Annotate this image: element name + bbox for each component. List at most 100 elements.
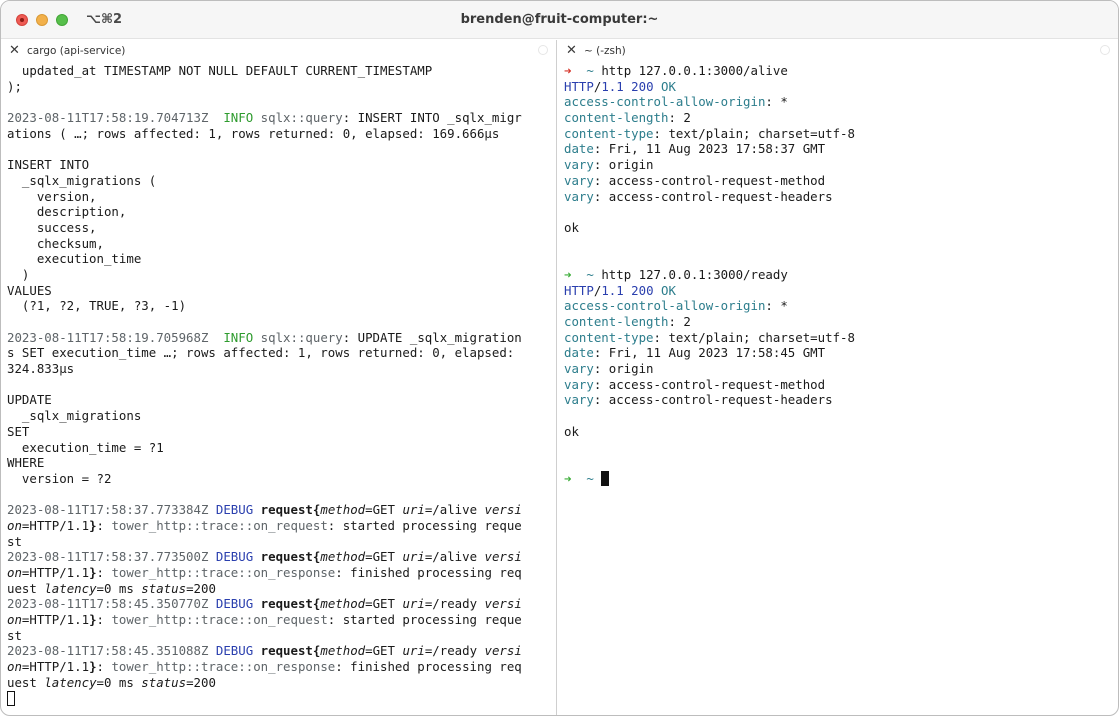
terminal-text: uest (7, 674, 45, 690)
terminal-line: content-type: text/plain; charset=utf-8 (564, 330, 1114, 346)
right-pane[interactable]: ✕ ~ (-zsh) ➜ ~ http 127.0.0.1:3000/alive… (558, 40, 1118, 715)
terminal-line: _sqlx_migrations (7, 408, 552, 424)
terminal-text: INFO (223, 329, 254, 345)
terminal-text: =/ready (424, 643, 485, 659)
terminal-text: _sqlx_migrations (7, 408, 142, 424)
terminal-text: : text/plain; charset=utf-8 (653, 329, 855, 345)
terminal-line: st (7, 628, 552, 644)
terminal-text: on (7, 612, 22, 628)
terminal-text: OK (661, 282, 676, 298)
terminal-line: execution_time = ?1 (7, 440, 552, 456)
close-icon[interactable]: ✕ (9, 43, 20, 59)
terminal-text: uri (402, 643, 425, 659)
terminal-line: HTTP/1.1 200 OK (564, 79, 1114, 95)
terminal-text: HTTP (564, 282, 594, 298)
right-pane-tab-label: ~ (-zsh) (584, 45, 626, 57)
terminal-text: ~ (586, 470, 594, 486)
terminal-text: 324.833µs (7, 361, 75, 377)
terminal-text: : 2 (668, 110, 691, 126)
terminal-line: HTTP/1.1 200 OK (564, 283, 1114, 299)
terminal-text: st (7, 533, 22, 549)
terminal-text: ) (7, 266, 30, 282)
terminal-text: tower_http::trace::on_response (111, 659, 336, 675)
terminal-text: : finished processing req (335, 565, 522, 580)
terminal-line: access-control-allow-origin: * (564, 94, 1114, 110)
terminal-line: execution_time (7, 251, 552, 267)
terminal-text: 1.1 (601, 78, 624, 94)
left-pane-tab[interactable]: ✕ cargo (api-service) (1, 40, 556, 62)
terminal-text: } (89, 517, 97, 533)
close-icon[interactable]: ✕ (566, 43, 577, 59)
terminal-text: INFO (223, 110, 254, 126)
terminal-text: http 127.0.0.1:3000/alive (593, 63, 788, 78)
terminal-text: content-type (564, 125, 654, 141)
terminal-line: s SET execution_time …; rows affected: 1… (7, 345, 552, 361)
terminal-line: ok (564, 424, 1114, 440)
left-pane-tab-label: cargo (api-service) (27, 45, 126, 57)
terminal-text: date (564, 345, 594, 361)
left-terminal-output[interactable]: updated_at TIMESTAMP NOT NULL DEFAULT CU… (7, 63, 552, 706)
terminal-text: status (141, 674, 187, 690)
terminal-line: content-length: 2 (564, 110, 1114, 126)
terminal-text: latency (44, 674, 97, 690)
terminal-text: request{ (260, 596, 321, 612)
terminal-line: ➜ ~ (564, 470, 1114, 487)
terminal-text: uri (402, 502, 425, 518)
terminal-line: 2023-08-11T17:58:19.705968Z INFO sqlx::q… (7, 330, 552, 346)
terminal-text: : (96, 659, 112, 675)
terminal-line: ➜ ~ http 127.0.0.1:3000/ready (564, 267, 1114, 283)
terminal-line: on=HTTP/1.1}: tower_http::trace::on_requ… (7, 612, 552, 628)
terminal-text: =HTTP/1.1 (21, 565, 90, 580)
terminal-text: 200 (631, 78, 654, 94)
terminal-line: 2023-08-11T17:58:37.773500Z DEBUG reques… (7, 549, 552, 565)
terminal-text: method (320, 643, 366, 659)
terminal-text: ~ (586, 266, 594, 282)
terminal-line: date: Fri, 11 Aug 2023 17:58:37 GMT (564, 141, 1114, 157)
terminal-text: method (320, 596, 366, 612)
left-pane[interactable]: ✕ cargo (api-service) updated_at TIMESTA… (1, 40, 557, 715)
right-pane-tab[interactable]: ✕ ~ (-zsh) (558, 40, 1118, 62)
terminal-text: SET (7, 423, 30, 439)
terminal-text: DEBUG (215, 643, 254, 659)
terminal-text: UPDATE (7, 392, 52, 408)
right-terminal-output[interactable]: ➜ ~ http 127.0.0.1:3000/alive HTTP/1.1 20… (564, 63, 1114, 487)
terminal-text: on (7, 659, 22, 675)
terminal-text: ok (564, 423, 579, 439)
terminal-text: vary (564, 376, 594, 392)
cursor (601, 470, 610, 486)
terminal-text: : started processing reque (327, 517, 522, 533)
terminal-text: version = ?2 (7, 470, 112, 486)
terminal-text: =HTTP/1.1 (21, 659, 90, 675)
terminal-line: st (7, 534, 552, 550)
terminal-text: ok (564, 219, 579, 235)
terminal-text: : * (765, 298, 788, 314)
terminal-text: 2023-08-11T17:58:37.773500Z (7, 549, 209, 565)
terminal-text: versi (484, 596, 522, 612)
terminal-line: on=HTTP/1.1}: tower_http::trace::on_requ… (7, 518, 552, 534)
terminal-line: ations ( …; rows affected: 1, rows retur… (7, 126, 552, 142)
terminal-text: ); (7, 78, 22, 94)
terminal-text: vary (564, 361, 594, 377)
terminal-line: version, (7, 189, 552, 205)
terminal-text: DEBUG (215, 502, 254, 518)
terminal-text: =GET (365, 502, 403, 518)
terminal-text: request{ (260, 643, 321, 659)
terminal-text: : access-control-request-headers (593, 392, 833, 408)
terminal-text: uri (402, 596, 425, 612)
terminal-text: : origin (593, 361, 654, 377)
title-bar: ⌥⌘2 brenden@fruit-computer:~ (1, 1, 1118, 39)
pane-indicator-icon (1100, 45, 1110, 55)
